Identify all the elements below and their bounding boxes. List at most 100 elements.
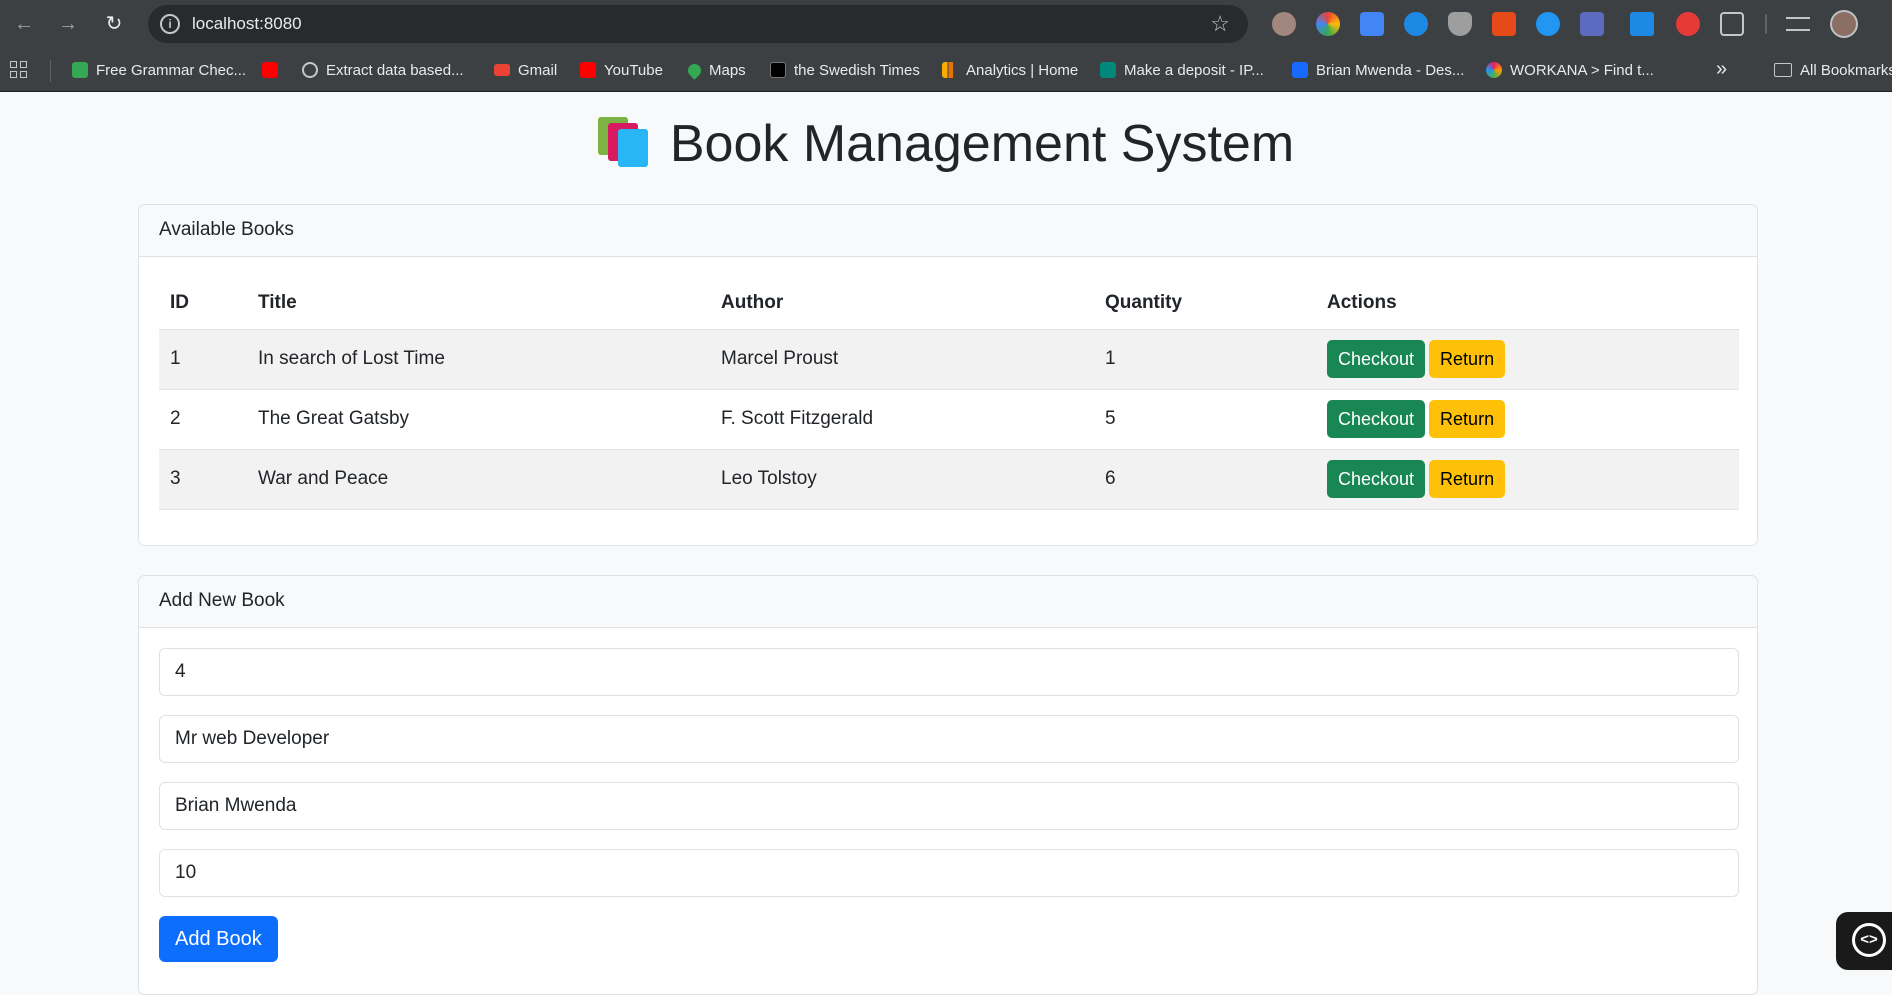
available-books-body: ID Title Author Quantity Actions 1 In se… bbox=[139, 257, 1757, 530]
cell-actions: Checkout Return bbox=[1316, 389, 1739, 450]
table-header-row: ID Title Author Quantity Actions bbox=[159, 277, 1739, 330]
cell-author: Marcel Proust bbox=[710, 329, 1094, 390]
youtube-icon bbox=[262, 62, 278, 78]
column-header-actions: Actions bbox=[1316, 277, 1739, 330]
behance-icon bbox=[1292, 62, 1308, 78]
extension-blue-icon[interactable] bbox=[1360, 12, 1384, 36]
column-header-id: ID bbox=[159, 277, 247, 330]
cell-quantity: 5 bbox=[1094, 389, 1316, 450]
cell-title: In search of Lost Time bbox=[247, 329, 710, 390]
books-icon bbox=[597, 117, 652, 167]
code-search-icon: <> bbox=[1852, 923, 1886, 957]
table-row: 1 In search of Lost Time Marcel Proust 1… bbox=[159, 329, 1739, 390]
toolbar-divider bbox=[1765, 14, 1767, 34]
bookmark-make-deposit[interactable]: Make a deposit - IP... bbox=[1100, 48, 1264, 92]
maps-pin-icon bbox=[685, 60, 704, 80]
bookmark-swedish-times[interactable]: the Swedish Times bbox=[770, 48, 920, 92]
available-books-card: Available Books ID Title Author Quantity… bbox=[138, 204, 1758, 546]
column-header-author: Author bbox=[710, 277, 1094, 330]
add-book-card: Add New Book Add Book bbox=[138, 575, 1758, 995]
extension-cookie-icon[interactable] bbox=[1272, 12, 1296, 36]
bookmark-maps[interactable]: Maps bbox=[685, 48, 746, 92]
bookmark-label: Maps bbox=[709, 61, 746, 79]
address-bar[interactable]: i localhost:8080 ☆ bbox=[148, 5, 1248, 43]
bookmark-workana[interactable]: WORKANA > Find t... bbox=[1486, 48, 1654, 92]
cell-quantity: 6 bbox=[1094, 449, 1316, 510]
bookmark-label: Free Grammar Chec... bbox=[96, 61, 247, 79]
bookmark-label: Brian Mwenda - Des... bbox=[1316, 61, 1465, 79]
books-table: ID Title Author Quantity Actions 1 In se… bbox=[159, 277, 1739, 510]
grammar-checker-icon bbox=[72, 62, 88, 78]
checkout-button[interactable]: Checkout bbox=[1327, 340, 1426, 378]
bookmark-grammar-checker[interactable]: Free Grammar Chec... bbox=[72, 48, 246, 92]
bookmark-analytics[interactable]: Analytics | Home bbox=[942, 48, 1078, 92]
bookmark-label: Make a deposit - IP... bbox=[1124, 61, 1264, 79]
extension-s-icon[interactable] bbox=[1676, 12, 1700, 36]
browser-toolbar: ← → ↻ i localhost:8080 ☆ bbox=[0, 0, 1892, 48]
book-author-field[interactable] bbox=[159, 782, 1739, 830]
bookmark-behance[interactable]: Brian Mwenda - Des... bbox=[1292, 48, 1464, 92]
gmail-icon bbox=[494, 64, 510, 76]
cell-title: War and Peace bbox=[247, 449, 710, 510]
return-button[interactable]: Return bbox=[1429, 340, 1506, 378]
add-book-header: Add New Book bbox=[139, 576, 1757, 628]
bookmarks-bar: Free Grammar Chec... Extract data based.… bbox=[0, 48, 1892, 92]
back-icon[interactable]: ← bbox=[12, 12, 36, 36]
cell-id: 1 bbox=[159, 329, 247, 390]
bookmark-label: YouTube bbox=[604, 61, 663, 79]
available-books-header: Available Books bbox=[139, 205, 1757, 257]
page-title-text: Book Management System bbox=[669, 115, 1295, 173]
bookmark-label: Gmail bbox=[518, 61, 558, 79]
return-button[interactable]: Return bbox=[1429, 400, 1506, 438]
add-book-button[interactable]: Add Book bbox=[159, 916, 278, 962]
all-bookmarks-folder[interactable]: All Bookmarks bbox=[1774, 48, 1892, 92]
checkout-button[interactable]: Checkout bbox=[1327, 460, 1426, 498]
reload-icon[interactable]: ↻ bbox=[102, 12, 126, 36]
cell-id: 3 bbox=[159, 449, 247, 510]
bookmarks-divider bbox=[50, 60, 51, 82]
bookmark-star-icon[interactable]: ☆ bbox=[1210, 11, 1230, 37]
checkout-button[interactable]: Checkout bbox=[1327, 400, 1426, 438]
add-book-form: Add Book bbox=[139, 628, 1757, 982]
table-row: 3 War and Peace Leo Tolstoy 6 Checkout Re… bbox=[159, 449, 1739, 510]
apps-grid-icon[interactable] bbox=[10, 61, 28, 79]
floating-inspect-widget[interactable]: <> bbox=[1836, 912, 1892, 970]
bookmark-label: the Swedish Times bbox=[794, 61, 920, 79]
book-quantity-field[interactable] bbox=[159, 849, 1739, 897]
extension-shield-icon[interactable] bbox=[1448, 12, 1472, 36]
bookmark-label: WORKANA > Find t... bbox=[1510, 61, 1654, 79]
bookmark-youtube-video[interactable] bbox=[262, 48, 278, 92]
extension-colorpicker-icon[interactable] bbox=[1316, 12, 1340, 36]
extension-shazam-icon[interactable] bbox=[1404, 12, 1428, 36]
more-bookmarks-icon[interactable]: » bbox=[1716, 58, 1727, 81]
cell-actions: Checkout Return bbox=[1316, 329, 1739, 390]
book-title-field[interactable] bbox=[159, 715, 1739, 763]
extension-mask-icon[interactable] bbox=[1536, 12, 1560, 36]
return-button[interactable]: Return bbox=[1429, 460, 1506, 498]
extension-wave-icon[interactable] bbox=[1580, 12, 1604, 36]
chatgpt-icon bbox=[302, 62, 318, 78]
url-text[interactable]: localhost:8080 bbox=[192, 14, 302, 34]
profile-avatar[interactable] bbox=[1830, 10, 1858, 38]
swedish-times-icon bbox=[770, 62, 786, 78]
cell-author: Leo Tolstoy bbox=[710, 449, 1094, 510]
column-header-quantity: Quantity bbox=[1094, 277, 1316, 330]
bookmark-label: Extract data based... bbox=[326, 61, 464, 79]
bookmark-gmail[interactable]: Gmail bbox=[494, 48, 557, 92]
extension-download-icon[interactable] bbox=[1630, 12, 1654, 36]
cell-title: The Great Gatsby bbox=[247, 389, 710, 450]
bookmark-youtube[interactable]: YouTube bbox=[580, 48, 663, 92]
extensions-puzzle-icon[interactable] bbox=[1720, 12, 1744, 36]
cell-actions: Checkout Return bbox=[1316, 449, 1739, 510]
forward-icon[interactable]: → bbox=[56, 12, 80, 36]
book-id-field[interactable] bbox=[159, 648, 1739, 696]
youtube-icon bbox=[580, 62, 596, 78]
site-info-icon[interactable]: i bbox=[160, 14, 180, 34]
media-control-icon[interactable] bbox=[1786, 17, 1810, 31]
column-header-title: Title bbox=[247, 277, 710, 330]
extension-cap-icon[interactable] bbox=[1492, 12, 1516, 36]
bookmark-extract-data[interactable]: Extract data based... bbox=[302, 48, 464, 92]
page-title: Book Management System bbox=[0, 114, 1892, 174]
cell-quantity: 1 bbox=[1094, 329, 1316, 390]
table-row: 2 The Great Gatsby F. Scott Fitzgerald 5… bbox=[159, 389, 1739, 450]
